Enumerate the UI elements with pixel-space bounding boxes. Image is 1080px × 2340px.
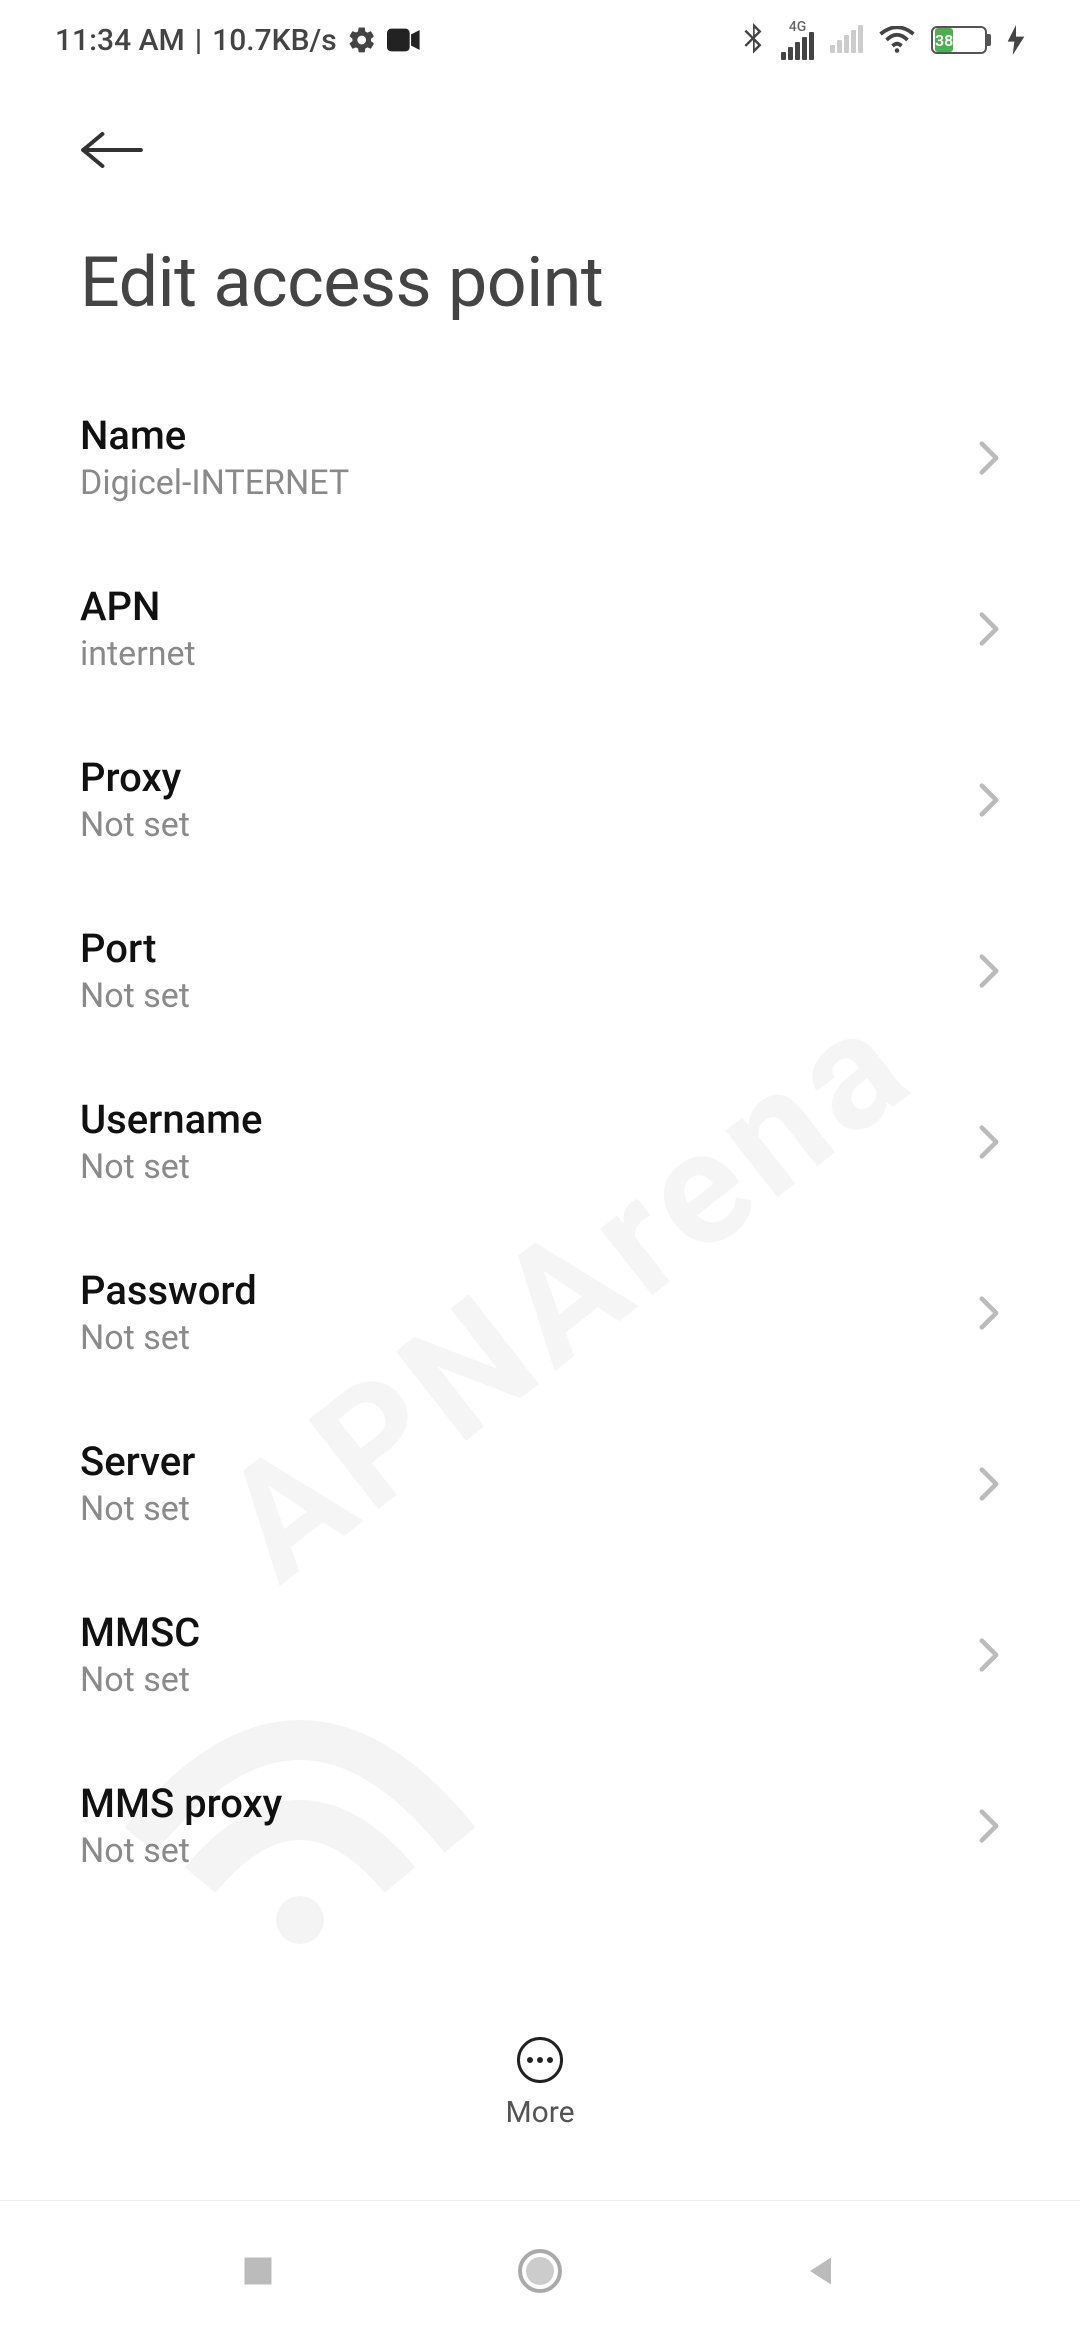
setting-label: Username (80, 1096, 262, 1143)
video-camera-icon (387, 28, 421, 52)
chevron-right-icon (978, 1808, 1000, 1844)
battery-percent: 38 (935, 28, 953, 52)
status-time: 11:34 AM (55, 23, 185, 58)
setting-value: Not set (80, 1489, 195, 1529)
setting-label: Name (80, 412, 349, 459)
chevron-right-icon (978, 782, 1000, 818)
chevron-right-icon (978, 1466, 1000, 1502)
status-left: 11:34 AM | 10.7KB/s (55, 23, 421, 58)
battery-icon: 38 (931, 26, 991, 54)
bluetooth-icon (741, 23, 765, 57)
setting-value: Not set (80, 1147, 262, 1187)
status-right: 4G 38 (741, 20, 1025, 60)
status-net-speed: 10.7KB/s (212, 23, 337, 58)
settings-list: Name Digicel-INTERNET APN internet Proxy… (0, 394, 1080, 1933)
chevron-right-icon (978, 1295, 1000, 1331)
setting-value: Not set (80, 805, 190, 845)
setting-mmsc[interactable]: MMSC Not set (80, 1591, 1000, 1762)
setting-label: Server (80, 1438, 195, 1485)
setting-name[interactable]: Name Digicel-INTERNET (80, 394, 1000, 565)
header: Edit access point (0, 80, 1080, 324)
more-label: More (505, 2095, 574, 2130)
setting-label: MMS proxy (80, 1780, 282, 1827)
nav-home-button[interactable] (516, 2247, 564, 2295)
chevron-right-icon (978, 440, 1000, 476)
setting-label: MMSC (80, 1609, 200, 1656)
page-title: Edit access point (80, 242, 1000, 324)
status-separator: | (195, 23, 202, 58)
cell-label: 4G (789, 20, 807, 34)
setting-value: Not set (80, 976, 190, 1016)
setting-proxy[interactable]: Proxy Not set (80, 736, 1000, 907)
cell-signal-1: 4G (781, 20, 814, 60)
gear-icon (347, 25, 377, 55)
nav-bar (0, 2200, 1080, 2340)
chevron-right-icon (978, 1637, 1000, 1673)
more-icon (517, 2037, 563, 2083)
setting-port[interactable]: Port Not set (80, 907, 1000, 1078)
setting-value: Not set (80, 1318, 257, 1358)
setting-value: Digicel-INTERNET (80, 463, 349, 503)
setting-label: Proxy (80, 754, 190, 801)
charging-icon (1007, 25, 1025, 55)
setting-label: APN (80, 583, 196, 630)
setting-mms-proxy[interactable]: MMS proxy Not set (80, 1762, 1000, 1933)
more-button[interactable]: More (0, 2017, 1080, 2130)
setting-password[interactable]: Password Not set (80, 1249, 1000, 1420)
chevron-right-icon (978, 611, 1000, 647)
cell-signal-2 (830, 27, 863, 53)
chevron-right-icon (978, 1124, 1000, 1160)
setting-label: Password (80, 1267, 257, 1314)
setting-label: Port (80, 925, 190, 972)
setting-value: Not set (80, 1660, 200, 1700)
back-button[interactable] (80, 120, 144, 180)
nav-recent-button[interactable] (240, 2253, 276, 2289)
setting-apn[interactable]: APN internet (80, 565, 1000, 736)
status-bar: 11:34 AM | 10.7KB/s 4G (0, 0, 1080, 80)
setting-server[interactable]: Server Not set (80, 1420, 1000, 1591)
setting-value: Not set (80, 1831, 282, 1871)
nav-back-button[interactable] (804, 2253, 840, 2289)
chevron-right-icon (978, 953, 1000, 989)
setting-username[interactable]: Username Not set (80, 1078, 1000, 1249)
setting-value: internet (80, 634, 196, 674)
wifi-icon (879, 26, 915, 54)
